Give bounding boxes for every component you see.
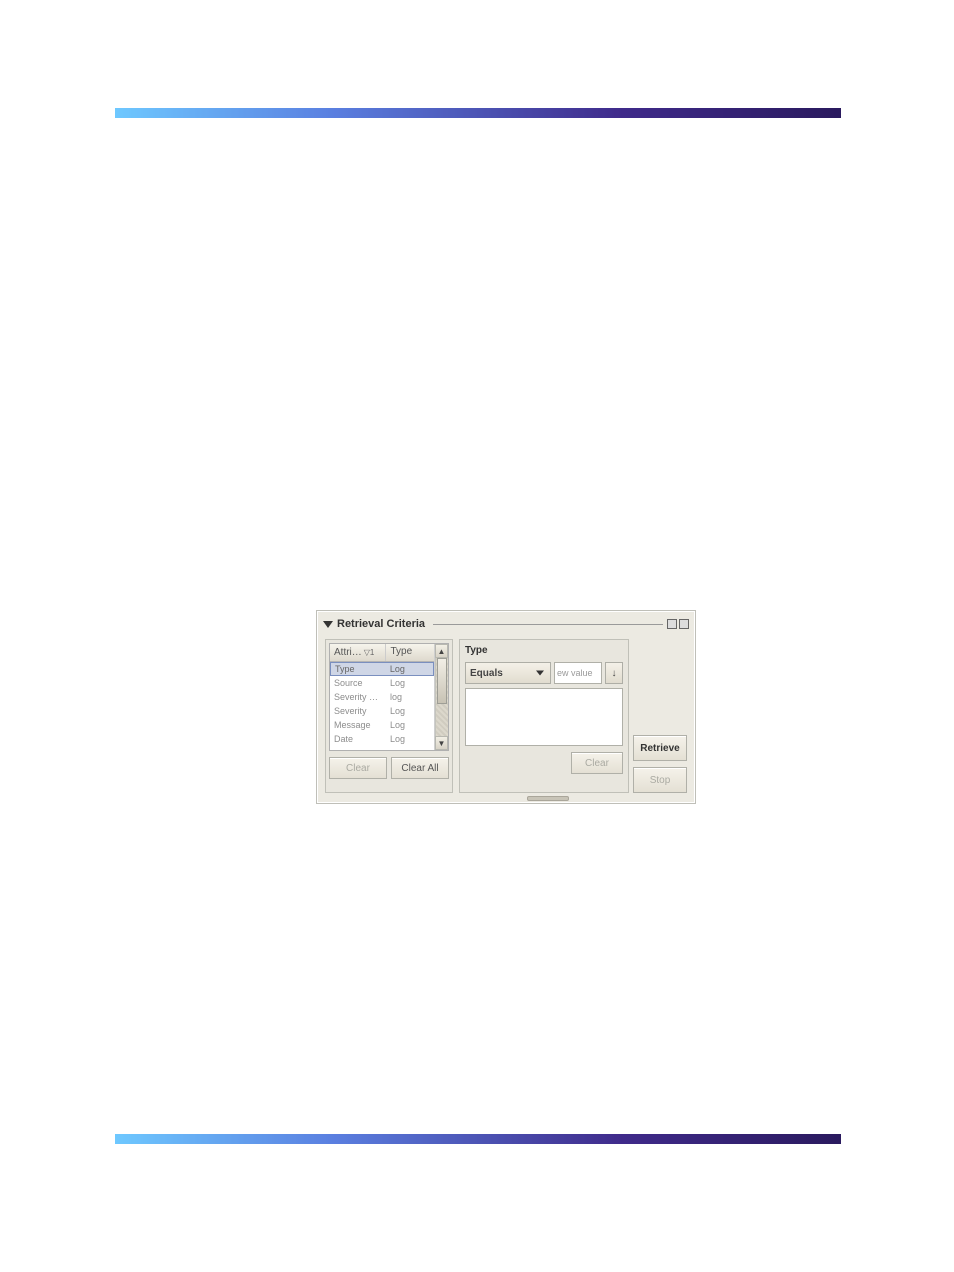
- operator-dropdown-label: Equals: [470, 668, 503, 679]
- table-row[interactable]: Source Log: [330, 676, 434, 690]
- value-placeholder: ew value: [557, 668, 593, 678]
- column-header-type-label: Type: [390, 646, 412, 657]
- table-row[interactable]: Severity Log: [330, 704, 434, 718]
- criteria-title: Type: [465, 645, 623, 656]
- table-row[interactable]: Date Log: [330, 732, 434, 746]
- attributes-header-row: Attri… ▽1 Type: [330, 644, 434, 662]
- stop-button[interactable]: Stop: [633, 767, 687, 793]
- scroll-up-arrow-icon[interactable]: ▲: [435, 644, 448, 658]
- scroll-track[interactable]: [435, 658, 448, 736]
- attributes-table: Attri… ▽1 Type Type Log Source Log: [329, 643, 449, 751]
- clear-button-label: Clear: [346, 763, 370, 774]
- header-divider: [433, 624, 663, 625]
- cell-type: Log: [386, 720, 434, 730]
- retrieve-button-label: Retrieve: [640, 743, 679, 754]
- value-input[interactable]: ew value: [554, 662, 602, 684]
- clear-all-button[interactable]: Clear All: [391, 757, 449, 779]
- criteria-condition-row: Equals ew value ↓: [465, 662, 623, 684]
- add-value-button[interactable]: ↓: [605, 662, 623, 684]
- clear-all-button-label: Clear All: [401, 763, 438, 774]
- maximize-icon[interactable]: [679, 619, 689, 629]
- restore-icon[interactable]: [667, 619, 677, 629]
- cell-attribute: Severity …: [330, 692, 386, 702]
- column-header-type[interactable]: Type: [386, 644, 434, 661]
- cell-type: Log: [386, 678, 434, 688]
- retrieve-button[interactable]: Retrieve: [633, 735, 687, 761]
- stop-button-label: Stop: [650, 775, 671, 786]
- panel-header: Retrieval Criteria: [323, 615, 689, 633]
- attributes-rows: Type Log Source Log Severity … log Sever…: [330, 662, 434, 746]
- header-window-icons: [667, 619, 689, 629]
- column-header-attribute-label: Attri…: [334, 647, 362, 658]
- vertical-scrollbar[interactable]: ▲ ▼: [434, 644, 448, 750]
- cell-type: Log: [386, 706, 434, 716]
- table-row[interactable]: Message Log: [330, 718, 434, 732]
- table-row[interactable]: Type Log: [330, 662, 434, 676]
- cell-attribute: Message: [330, 720, 386, 730]
- sort-indicator: ▽1: [364, 648, 375, 657]
- column-header-attribute[interactable]: Attri… ▽1: [330, 644, 386, 661]
- criteria-values-list[interactable]: [465, 688, 623, 746]
- action-buttons-pane: Retrieve Stop: [633, 639, 687, 793]
- collapse-toggle-icon[interactable]: [323, 621, 333, 628]
- cell-attribute: Date: [330, 734, 386, 744]
- cell-attribute: Type: [331, 664, 386, 674]
- header-gradient-bar: [115, 108, 841, 118]
- attributes-columns: Attri… ▽1 Type Type Log Source Log: [330, 644, 434, 750]
- cell-type: log: [386, 692, 434, 702]
- panel-title: Retrieval Criteria: [337, 618, 425, 630]
- operator-dropdown[interactable]: Equals: [465, 662, 551, 684]
- clear-button[interactable]: Clear: [329, 757, 387, 779]
- cell-attribute: Severity: [330, 706, 386, 716]
- attributes-pane: Attri… ▽1 Type Type Log Source Log: [325, 639, 453, 793]
- criteria-clear-button[interactable]: Clear: [571, 752, 623, 774]
- cell-type: Log: [386, 734, 434, 744]
- scroll-down-arrow-icon[interactable]: ▼: [435, 736, 448, 750]
- retrieval-criteria-panel: Retrieval Criteria Attri… ▽1 Type: [316, 610, 696, 804]
- left-button-row: Clear Clear All: [329, 757, 449, 779]
- criteria-editor-pane: Type Equals ew value ↓ Clear: [459, 639, 629, 793]
- cell-type: Log: [386, 664, 433, 674]
- scroll-thumb[interactable]: [437, 658, 447, 704]
- criteria-clear-label: Clear: [585, 758, 609, 769]
- table-row[interactable]: Severity … log: [330, 690, 434, 704]
- arrow-down-icon: ↓: [612, 668, 617, 679]
- cell-attribute: Source: [330, 678, 386, 688]
- resize-handle[interactable]: [527, 796, 569, 801]
- footer-gradient-bar: [115, 1134, 841, 1144]
